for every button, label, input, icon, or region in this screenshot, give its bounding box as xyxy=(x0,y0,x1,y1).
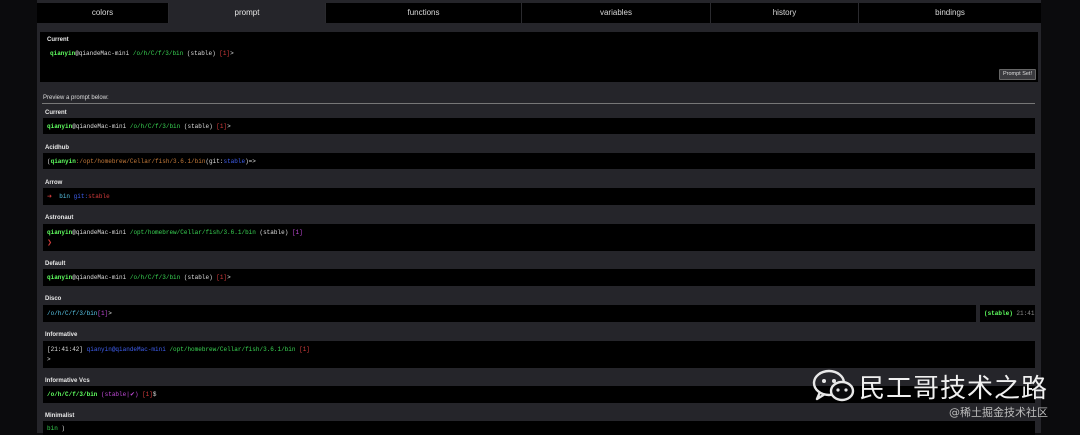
current-prompt-line: qianyin@qiandeMac-mini /o/h/C/f/3/bin (s… xyxy=(50,50,234,57)
preview-label: Preview a prompt below: xyxy=(43,95,109,101)
tab-variables[interactable]: variables xyxy=(522,3,711,23)
prompt-option-default[interactable]: qianyin@qiandeMac-mini /o/h/C/f/3/bin (s… xyxy=(43,269,1035,286)
prompt-name-minimalist: Minimalist xyxy=(45,413,75,419)
prompt-name-disco: Disco xyxy=(45,296,62,302)
watermark-title: 民工哥技术之路 xyxy=(859,374,1049,404)
prompt-name-informative-vcs: Informative Vcs xyxy=(45,378,90,384)
current-prompt-panel: Current qianyin@qiandeMac-mini /o/h/C/f/… xyxy=(40,32,1038,82)
watermark: 民工哥技术之路 @稀土掘金技术社区 xyxy=(812,362,1072,422)
tab-bar: colors prompt functions variables histor… xyxy=(37,3,1041,23)
arrow-glyph: ➜ xyxy=(47,193,53,200)
disco-right-prompt: (stable) 21:41 xyxy=(980,305,1035,322)
tab-colors[interactable]: colors xyxy=(37,3,169,23)
prompt-name-informative: Informative xyxy=(45,332,78,338)
watermark-subtitle: @稀土掘金技术社区 xyxy=(949,406,1048,419)
prompt-option-arrow[interactable]: ➜ bin git:stable xyxy=(43,188,1035,205)
prompt-name-default: Default xyxy=(45,261,66,267)
tab-prompt[interactable]: prompt xyxy=(169,3,326,23)
divider xyxy=(42,103,1035,104)
prompt-option-acidhub[interactable]: (qianyin:/opt/homebrew/Cellar/fish/3.6.1… xyxy=(43,153,1035,169)
prompt-set-button[interactable]: Prompt Set! xyxy=(998,69,1036,80)
chevron-glyph: ❯ xyxy=(47,239,53,246)
prompt-option-current[interactable]: qianyin@qiandeMac-mini /o/h/C/f/3/bin (s… xyxy=(43,118,1035,134)
current-prompt-title: Current xyxy=(47,37,69,43)
tab-functions[interactable]: functions xyxy=(326,3,522,23)
prompt-name-astronaut: Astronaut xyxy=(45,215,74,221)
prompt-name-arrow: Arrow xyxy=(45,180,63,186)
prompt-name-current: Current xyxy=(45,110,67,116)
prompt-name-acidhub: Acidhub xyxy=(45,145,69,151)
prompt-option-astronaut[interactable]: qianyin@qiandeMac-mini /opt/homebrew/Cel… xyxy=(43,224,1035,251)
tab-bindings[interactable]: bindings xyxy=(859,3,1041,23)
tab-history[interactable]: history xyxy=(711,3,859,23)
prompt-option-disco[interactable]: /o/h/C/f/3/bin[1]> xyxy=(43,305,976,322)
wechat-icon xyxy=(812,369,855,402)
